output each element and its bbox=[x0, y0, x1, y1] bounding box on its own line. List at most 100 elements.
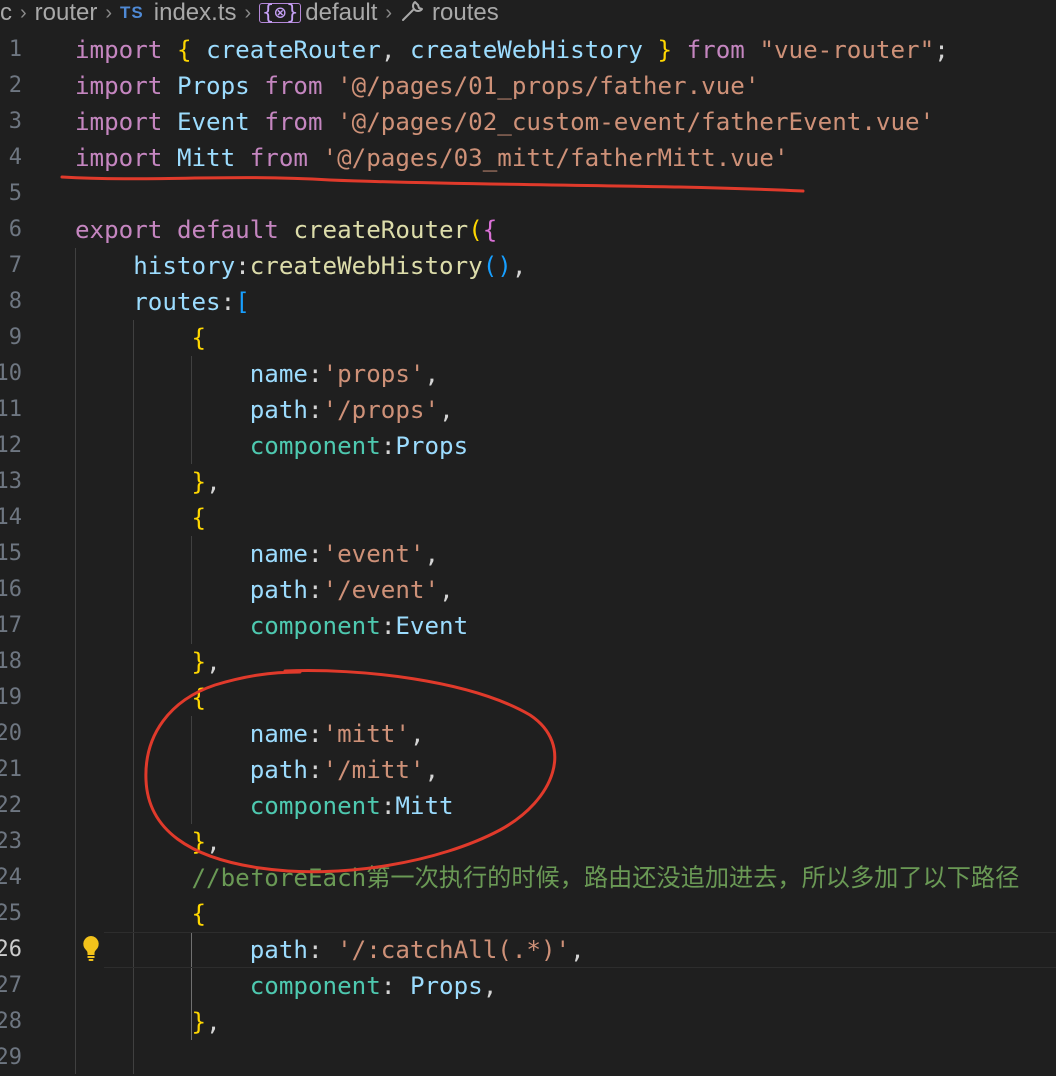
code-line[interactable]: 9 { bbox=[0, 320, 1056, 356]
code-line[interactable]: 13 }, bbox=[0, 464, 1056, 500]
breadcrumb-item-default[interactable]: default bbox=[305, 0, 377, 26]
code-token: , bbox=[424, 756, 440, 784]
breadcrumb-item-router[interactable]: router bbox=[35, 0, 98, 26]
code-text: name:'props', bbox=[75, 356, 439, 392]
code-line[interactable]: 16 path:'/event', bbox=[0, 572, 1056, 608]
code-line[interactable]: 19 { bbox=[0, 680, 1056, 716]
line-number: 9 bbox=[8, 325, 22, 350]
code-line[interactable]: 17 component:Event bbox=[0, 608, 1056, 644]
line-number: 28 bbox=[0, 1009, 22, 1034]
code-text: component: Props, bbox=[75, 968, 498, 1004]
code-line[interactable]: 14 { bbox=[0, 500, 1056, 536]
code-token: createWebHistory bbox=[249, 252, 483, 280]
code-line[interactable]: 15 name:'event', bbox=[0, 536, 1056, 572]
code-token: Props bbox=[176, 72, 250, 100]
line-number: 16 bbox=[0, 577, 22, 602]
code-token: "vue-router" bbox=[759, 36, 935, 64]
code-line[interactable]: 6 export default createRouter({ bbox=[0, 212, 1056, 248]
code-text: { bbox=[75, 500, 207, 536]
line-number: 15 bbox=[0, 541, 22, 566]
code-line[interactable]: 11 path:'/props', bbox=[0, 392, 1056, 428]
code-token: , bbox=[206, 648, 221, 676]
code-token: history bbox=[133, 252, 236, 280]
code-token: path bbox=[249, 756, 308, 784]
chevron-right-icon: › bbox=[385, 1, 393, 24]
code-token: : bbox=[308, 396, 323, 424]
code-line[interactable]: 12 component:Props bbox=[0, 428, 1056, 464]
code-token: //beforeEach第一次执行的时候，路由还没追加进去，所以多加了以下路径 bbox=[191, 864, 1020, 892]
code-token: : bbox=[235, 252, 250, 280]
breadcrumb-item-src[interactable]: c bbox=[0, 0, 12, 26]
code-token: Mitt bbox=[176, 144, 236, 172]
code-line[interactable]: 22 component:Mitt bbox=[0, 788, 1056, 824]
module-symbol-icon: {⊗} bbox=[259, 2, 302, 23]
code-token: import bbox=[75, 144, 163, 172]
code-line[interactable]: 27 component: Props, bbox=[0, 968, 1056, 1004]
code-token: : bbox=[220, 288, 236, 316]
code-line[interactable]: 20 name:'mitt', bbox=[0, 716, 1056, 752]
code-text: }, bbox=[75, 644, 221, 680]
line-number: 19 bbox=[0, 685, 22, 710]
code-line[interactable]: 18 }, bbox=[0, 644, 1056, 680]
code-line[interactable]: 23 }, bbox=[0, 824, 1056, 860]
code-token: createWebHistory bbox=[409, 36, 643, 64]
code-token: import bbox=[75, 108, 163, 136]
code-line[interactable]: 21 path:'/mitt', bbox=[0, 752, 1056, 788]
breadcrumb-item-file[interactable]: index.ts bbox=[154, 0, 237, 26]
code-token: () bbox=[482, 252, 512, 280]
code-line[interactable]: 3 import Event from '@/pages/02_custom-ev… bbox=[0, 104, 1056, 140]
code-line[interactable]: 7 history:createWebHistory(), bbox=[0, 248, 1056, 284]
code-token: Event bbox=[176, 108, 250, 136]
code-token: 'event' bbox=[322, 540, 425, 568]
code-token: } bbox=[191, 648, 207, 676]
code-token: 'mitt' bbox=[322, 720, 410, 748]
code-line[interactable]: 5 bbox=[0, 176, 1056, 212]
code-line[interactable]: 24 //beforeEach第一次执行的时候，路由还没追加进去，所以多加了以下… bbox=[0, 860, 1056, 896]
code-line[interactable]: 26 path: '/:catchAll(.*)', bbox=[0, 932, 1056, 968]
code-token: } bbox=[657, 36, 673, 64]
code-line[interactable]: 2 import Props from '@/pages/01_props/fat… bbox=[0, 68, 1056, 104]
code-token: : bbox=[308, 720, 323, 748]
code-text: //beforeEach第一次执行的时候，路由还没追加进去，所以多加了以下路径 bbox=[75, 860, 1020, 896]
code-text: routes:[ bbox=[75, 284, 250, 320]
code-token: , bbox=[424, 540, 440, 568]
code-text: name:'mitt', bbox=[75, 716, 425, 752]
code-token: , bbox=[439, 396, 454, 424]
code-editor[interactable]: 1 import { createRouter, createWebHistory… bbox=[0, 32, 1056, 1076]
lightbulb-icon[interactable] bbox=[80, 934, 102, 962]
line-number: 26 bbox=[0, 937, 22, 962]
line-number: 17 bbox=[0, 613, 22, 638]
code-line[interactable]: 29 bbox=[0, 1040, 1056, 1076]
code-token: path bbox=[249, 936, 308, 964]
code-line[interactable]: 8 routes:[ bbox=[0, 284, 1056, 320]
code-token: name bbox=[249, 720, 308, 748]
breadcrumb-item-routes[interactable]: routes bbox=[432, 0, 499, 26]
line-number: 10 bbox=[0, 361, 22, 386]
code-token: name bbox=[249, 360, 308, 388]
code-line[interactable]: 25 { bbox=[0, 896, 1056, 932]
code-text: import Mitt from '@/pages/03_mitt/father… bbox=[75, 140, 789, 176]
code-line[interactable]: 1 import { createRouter, createWebHistory… bbox=[0, 32, 1056, 68]
code-line[interactable]: 28 }, bbox=[0, 1004, 1056, 1040]
code-token: Props bbox=[395, 432, 469, 460]
line-number: 11 bbox=[0, 397, 22, 422]
code-line[interactable]: 4 import Mitt from '@/pages/03_mitt/fathe… bbox=[0, 140, 1056, 176]
code-token: , bbox=[409, 720, 425, 748]
code-token: { bbox=[191, 504, 207, 532]
code-token: , bbox=[482, 972, 498, 1000]
line-number: 24 bbox=[0, 865, 22, 890]
line-number: 14 bbox=[0, 505, 22, 530]
code-line[interactable]: 10 name:'props', bbox=[0, 356, 1056, 392]
